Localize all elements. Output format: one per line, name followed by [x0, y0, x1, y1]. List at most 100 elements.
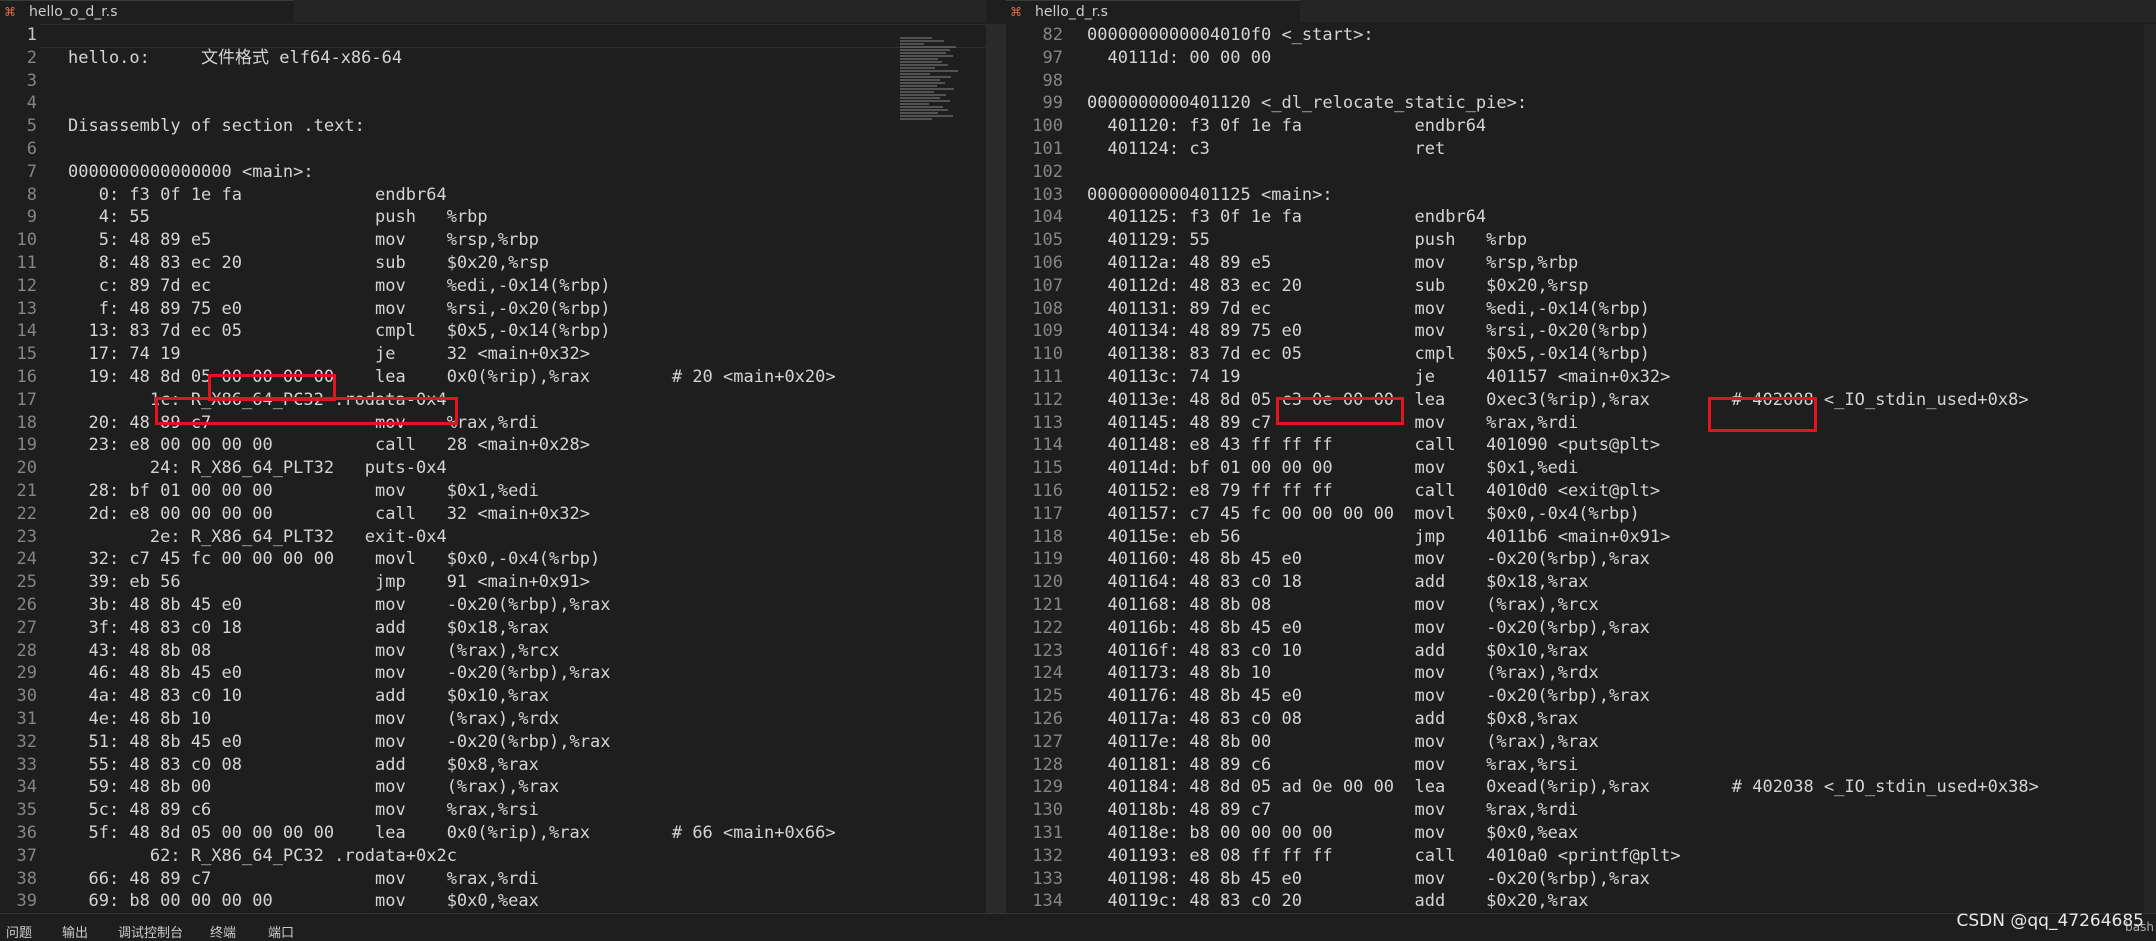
code-line[interactable]: 32 51: 48 8b 45 e0 mov -0x20(%rbp),%rax [0, 731, 986, 754]
code-line[interactable]: 105 401129: 55 push %rbp [1006, 229, 2156, 252]
code-line[interactable]: 16 19: 48 8d 05 00 00 00 00 lea 0x0(%rip… [0, 366, 986, 389]
code-line[interactable]: 6 [0, 138, 986, 161]
minimap[interactable] [900, 36, 980, 156]
code-line[interactable]: 3 [0, 70, 986, 93]
code-line[interactable]: 98 [1006, 70, 2156, 93]
code-line[interactable]: 1 [0, 24, 986, 47]
code-line[interactable]: 27 3f: 48 83 c0 18 add $0x18,%rax [0, 617, 986, 640]
code-line[interactable]: 104 401125: f3 0f 1e fa endbr64 [1006, 206, 2156, 229]
code-line[interactable]: 22 2d: e8 00 00 00 00 call 32 <main+0x32… [0, 503, 986, 526]
code-line[interactable]: 4 [0, 92, 986, 115]
code-line[interactable]: 100 401120: f3 0f 1e fa endbr64 [1006, 115, 2156, 138]
tab-debug-console[interactable]: 调试控制台 [118, 922, 183, 941]
code-line[interactable]: 111 40113c: 74 19 je 401157 <main+0x32> [1006, 366, 2156, 389]
line-number: 33 [16, 754, 37, 775]
code-line[interactable]: 128 401181: 48 89 c6 mov %rax,%rsi [1006, 754, 2156, 777]
code-area[interactable]: 82 0000000000004010f0 <_start>: 97 40111d:… [1006, 24, 2156, 914]
code-line[interactable]: 7 0000000000000000 <main>: [0, 161, 986, 184]
code-line[interactable]: 134 40119c: 48 83 c0 20 add $0x20,%rax [1006, 890, 2156, 913]
code-line[interactable]: 18 20: 48 89 c7 mov %rax,%rdi [0, 412, 986, 435]
code-line[interactable]: 130 40118b: 48 89 c7 mov %rax,%rdi [1006, 799, 2156, 822]
code-line[interactable]: 33 55: 48 83 c0 08 add $0x8,%rax [0, 754, 986, 777]
code-line[interactable]: 101 401124: c3 ret [1006, 138, 2156, 161]
code-line[interactable]: 113 401145: 48 89 c7 mov %rax,%rdi [1006, 412, 2156, 435]
code-line[interactable]: 124 401173: 48 8b 10 mov (%rax),%rdx [1006, 662, 2156, 685]
tab-terminal[interactable]: 终端 [210, 922, 236, 941]
code-line[interactable]: 112 40113e: 48 8d 05 c3 0e 00 00 lea 0xe… [1006, 389, 2156, 412]
code-line[interactable]: 39 69: b8 00 00 00 00 mov $0x0,%eax [0, 890, 986, 913]
code-line[interactable]: 10 5: 48 89 e5 mov %rsp,%rbp [0, 229, 986, 252]
code-line[interactable]: 15 17: 74 19 je 32 <main+0x32> [0, 343, 986, 366]
code-line[interactable]: 24 32: c7 45 fc 00 00 00 00 movl $0x0,-0… [0, 548, 986, 571]
right-editor-pane[interactable]: ⌘ hello_d_r.s 82 0000000000004010f0 <_sta… [1006, 0, 2156, 914]
code-line[interactable]: 36 5f: 48 8d 05 00 00 00 00 lea 0x0(%rip… [0, 822, 986, 845]
highlight-box-bytes [1276, 397, 1404, 425]
code-line[interactable]: 82 0000000000004010f0 <_start>: [1006, 24, 2156, 47]
code-line[interactable]: 5 Disassembly of section .text: [0, 115, 986, 138]
code-line[interactable]: 106 40112a: 48 89 e5 mov %rsp,%rbp [1006, 252, 2156, 275]
code-line[interactable]: 13 f: 48 89 75 e0 mov %rsi,-0x20(%rbp) [0, 298, 986, 321]
code-line[interactable]: 20 24: R_X86_64_PLT32 puts-0x4 [0, 457, 986, 480]
code-line[interactable]: 30 4a: 48 83 c0 10 add $0x10,%rax [0, 685, 986, 708]
code-line[interactable]: 23 2e: R_X86_64_PLT32 exit-0x4 [0, 526, 986, 549]
code-line[interactable]: 31 4e: 48 8b 10 mov (%rax),%rdx [0, 708, 986, 731]
code-line[interactable]: 120 401164: 48 83 c0 18 add $0x18,%rax [1006, 571, 2156, 594]
code-line[interactable]: 114 401148: e8 43 ff ff ff call 401090 <… [1006, 434, 2156, 457]
code-line[interactable]: 102 [1006, 161, 2156, 184]
code-line[interactable]: 108 401131: 89 7d ec mov %edi,-0x14(%rbp… [1006, 298, 2156, 321]
code-line[interactable]: 17 1c: R_X86_64_PC32 .rodata-0x4 [0, 389, 986, 412]
tab-hello-o-d-r[interactable]: ⌘ hello_o_d_r.s [0, 0, 294, 22]
code-line[interactable]: 115 40114d: bf 01 00 00 00 mov $0x1,%edi [1006, 457, 2156, 480]
code-line[interactable]: 9 4: 55 push %rbp [0, 206, 986, 229]
code-line[interactable]: 122 40116b: 48 8b 45 e0 mov -0x20(%rbp),… [1006, 617, 2156, 640]
left-editor-pane[interactable]: ⌘ hello_o_d_r.s 1 2 hello.o: 文件格式 elf64-x8… [0, 0, 986, 914]
tab-output[interactable]: 输出 [62, 922, 88, 941]
code-line[interactable]: 12 c: 89 7d ec mov %edi,-0x14(%rbp) [0, 275, 986, 298]
code-area[interactable]: 1 2 hello.o: 文件格式 elf64-x86-64 3 4 5 Disassemb… [0, 24, 986, 914]
code-line[interactable]: 26 3b: 48 8b 45 e0 mov -0x20(%rbp),%rax [0, 594, 986, 617]
code-line[interactable]: 119 401160: 48 8b 45 e0 mov -0x20(%rbp),… [1006, 548, 2156, 571]
code-line[interactable]: 28 43: 48 8b 08 mov (%rax),%rcx [0, 640, 986, 663]
code-line[interactable]: 38 66: 48 89 c7 mov %rax,%rdi [0, 868, 986, 891]
code-line[interactable]: 8 0: f3 0f 1e fa endbr64 [0, 184, 986, 207]
code-line[interactable]: 103 0000000000401125 <main>: [1006, 184, 2156, 207]
code-line[interactable]: 99 0000000000401120 <_dl_relocate_static_… [1006, 92, 2156, 115]
code-line[interactable]: 14 13: 83 7d ec 05 cmpl $0x5,-0x14(%rbp) [0, 320, 986, 343]
code-line[interactable]: 110 401138: 83 7d ec 05 cmpl $0x5,-0x14(… [1006, 343, 2156, 366]
code-line[interactable]: 129 401184: 48 8d 05 ad 0e 00 00 lea 0xe… [1006, 776, 2156, 799]
code-line[interactable]: 116 401152: e8 79 ff ff ff call 4010d0 <… [1006, 480, 2156, 503]
code-line[interactable]: 29 46: 48 8b 45 e0 mov -0x20(%rbp),%rax [0, 662, 986, 685]
code-line[interactable]: 123 40116f: 48 83 c0 10 add $0x10,%rax [1006, 640, 2156, 663]
code-line[interactable]: 2 hello.o: 文件格式 elf64-x86-64 [0, 47, 986, 70]
line-text: 40112d: 48 83 ec 20 sub $0x20,%rsp [1087, 275, 1589, 296]
tab-ports[interactable]: 端口 [268, 922, 294, 941]
code-line[interactable]: 19 23: e8 00 00 00 00 call 28 <main+0x28… [0, 434, 986, 457]
line-number: 39 [16, 891, 37, 912]
code-line[interactable]: 34 59: 48 8b 00 mov (%rax),%rax [0, 776, 986, 799]
left-scrollbar[interactable] [986, 24, 1006, 914]
line-text: 5f: 48 8d 05 00 00 00 00 lea 0x0(%rip),%… [68, 823, 836, 843]
code-line[interactable]: 132 401193: e8 08 ff ff ff call 4010a0 <… [1006, 845, 2156, 868]
code-line[interactable]: 131 40118e: b8 00 00 00 00 mov $0x0,%eax [1006, 822, 2156, 845]
code-line[interactable]: 107 40112d: 48 83 ec 20 sub $0x20,%rsp [1006, 275, 2156, 298]
code-line[interactable]: 125 401176: 48 8b 45 e0 mov -0x20(%rbp),… [1006, 685, 2156, 708]
code-line[interactable]: 97 40111d: 00 00 00 [1006, 47, 2156, 70]
line-text: hello.o: 文件格式 elf64-x86-64 [68, 47, 403, 68]
code-line[interactable]: 35 5c: 48 89 c6 mov %rax,%rsi [0, 799, 986, 822]
code-line[interactable]: 117 401157: c7 45 fc 00 00 00 00 movl $0… [1006, 503, 2156, 526]
code-line[interactable]: 21 28: bf 01 00 00 00 mov $0x1,%edi [0, 480, 986, 503]
code-line[interactable]: 133 401198: 48 8b 45 e0 mov -0x20(%rbp),… [1006, 868, 2156, 891]
right-scrollbar[interactable] [2144, 24, 2156, 914]
line-text: 4: 55 push %rbp [68, 207, 488, 228]
code-line[interactable]: 127 40117e: 48 8b 00 mov (%rax),%rax [1006, 731, 2156, 754]
tab-hello-d-r[interactable]: ⌘ hello_d_r.s [1006, 0, 1300, 22]
tab-problems[interactable]: 问题 [6, 922, 32, 941]
code-line[interactable]: 126 40117a: 48 83 c0 08 add $0x8,%rax [1006, 708, 2156, 731]
line-number: 37 [16, 845, 37, 866]
code-line[interactable]: 37 62: R_X86_64_PC32 .rodata+0x2c [0, 845, 986, 868]
code-line[interactable]: 118 40115e: eb 56 jmp 4011b6 <main+0x91> [1006, 526, 2156, 549]
code-line[interactable]: 121 401168: 48 8b 08 mov (%rax),%rcx [1006, 594, 2156, 617]
code-line[interactable]: 11 8: 48 83 ec 20 sub $0x20,%rsp [0, 252, 986, 275]
code-line[interactable]: 109 401134: 48 89 75 e0 mov %rsi,-0x20(%… [1006, 320, 2156, 343]
code-line[interactable]: 25 39: eb 56 jmp 91 <main+0x91> [0, 571, 986, 594]
